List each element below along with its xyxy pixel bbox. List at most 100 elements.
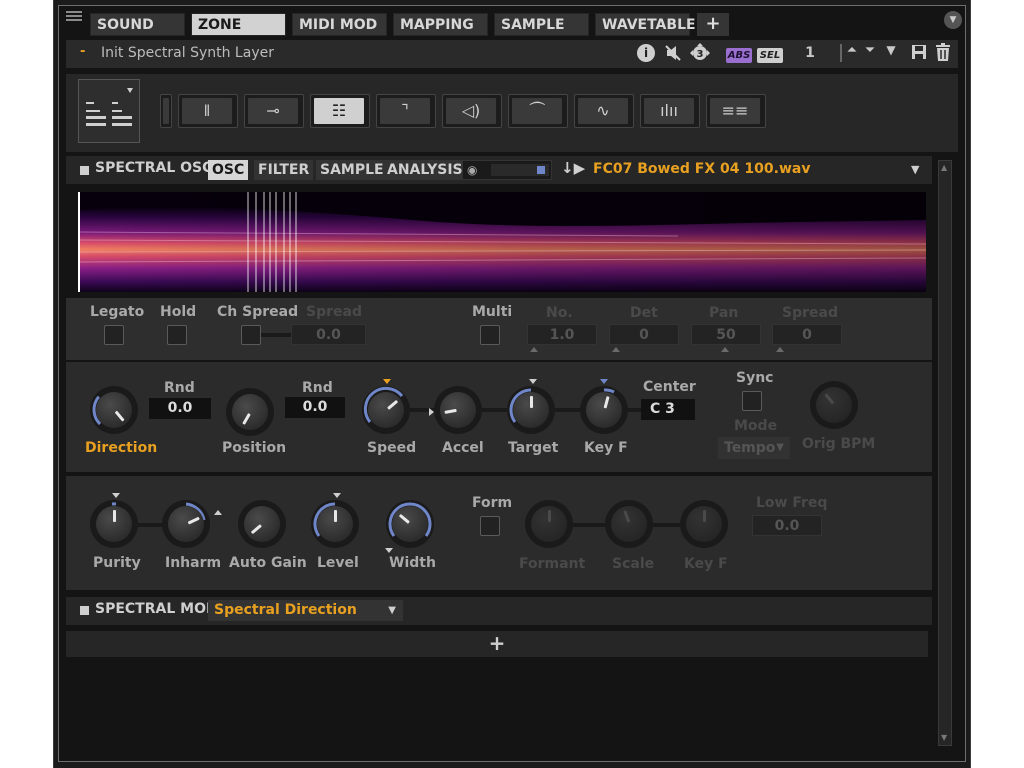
mute-speaker-icon[interactable]	[664, 44, 684, 66]
sel-toggle[interactable]: SEL	[757, 48, 783, 63]
hold-label: Hold	[160, 304, 197, 320]
subtab-analysis[interactable]: ANALYSIS	[383, 160, 467, 180]
ch-spread-checkbox[interactable]	[241, 325, 261, 345]
layer-number: 1	[805, 45, 815, 61]
filter-button[interactable]: ⌝	[376, 94, 436, 128]
import-arrow-icon[interactable]: ↓▶	[561, 159, 585, 177]
multi-checkbox[interactable]	[480, 325, 500, 345]
spectrogram-display[interactable]	[78, 192, 926, 292]
step-mod-button[interactable]: ılıı	[640, 94, 700, 128]
hold-checkbox[interactable]	[167, 325, 187, 345]
layer-name[interactable]: Init Spectral Synth Layer	[101, 45, 274, 61]
sample-filename[interactable]: FC07 Bowed FX 04 100.wav	[593, 161, 810, 177]
tab-zone[interactable]: ZONE	[191, 13, 286, 36]
auto-gain-knob[interactable]	[238, 500, 286, 548]
inharm-label: Inharm	[165, 555, 222, 571]
marker-icon	[776, 347, 784, 352]
quick-control-icon[interactable]: 3	[689, 43, 711, 67]
tab-sample[interactable]: SAMPLE	[494, 13, 589, 36]
chevron-down-icon: ▼	[776, 442, 784, 453]
tab-sound[interactable]: SOUND	[90, 13, 185, 36]
tab-wavetable[interactable]: WAVETABLE	[595, 13, 696, 36]
scroll-up-icon[interactable]: ▲	[941, 163, 949, 173]
arrow-up-icon[interactable]: ⏶	[846, 43, 858, 58]
key-f-knob[interactable]	[580, 386, 628, 434]
pitch-icon: ⊸	[248, 98, 298, 124]
purity-knob[interactable]	[90, 500, 138, 548]
level-knob[interactable]	[311, 500, 359, 548]
trash-icon[interactable]	[935, 43, 951, 65]
speaker-icon: ◁)	[446, 98, 496, 124]
formant-key-f-knob[interactable]	[680, 500, 728, 548]
chevron-down-icon[interactable]: ▼	[944, 11, 962, 29]
key-f-label: Key F	[584, 440, 628, 456]
zone-type-selector[interactable]	[78, 79, 140, 143]
add-module-button[interactable]: +	[66, 631, 928, 657]
target-knob[interactable]	[507, 386, 555, 434]
connector	[555, 408, 581, 412]
pan-field[interactable]: 50	[691, 324, 761, 345]
subtab-osc[interactable]: OSC	[208, 160, 249, 180]
file-menu-chevron-icon[interactable]: ▼	[911, 163, 919, 176]
center-note-field[interactable]: C 3	[641, 399, 695, 420]
sync-checkbox[interactable]	[742, 391, 762, 411]
add-tab-button[interactable]: +	[697, 13, 729, 36]
save-icon[interactable]	[911, 44, 927, 64]
amp-button[interactable]: ◁)	[442, 94, 502, 128]
envelope-button[interactable]: ⏜	[508, 94, 568, 128]
detune-field[interactable]: 0	[609, 324, 679, 345]
spectral-mod-value: Spectral Direction	[214, 602, 357, 618]
accel-knob[interactable]	[434, 386, 482, 434]
menu-grip-icon[interactable]	[66, 11, 82, 25]
pitch-button[interactable]: ⊸	[244, 94, 304, 128]
keyboard-button[interactable]: 𝍪	[178, 94, 238, 128]
connector	[651, 523, 683, 527]
tab-midi-mod[interactable]: MIDI MOD	[292, 13, 387, 36]
spectral-icon: ☷	[314, 98, 364, 124]
inharm-knob[interactable]	[162, 500, 210, 548]
lfo-button[interactable]: ∿	[574, 94, 634, 128]
spectral-mod-dropdown[interactable]: Spectral Direction ▼	[208, 600, 403, 621]
subtab-filter[interactable]: FILTER	[254, 160, 314, 180]
voice-spread-field[interactable]: 0	[772, 324, 842, 345]
collapse-icon[interactable]	[80, 606, 89, 615]
toolbar-scroll-handle[interactable]	[160, 94, 172, 128]
spread-field[interactable]: 0.0	[291, 324, 366, 345]
accel-label: Accel	[442, 440, 484, 456]
formant-knob[interactable]	[525, 500, 573, 548]
collapse-icon[interactable]	[80, 166, 89, 175]
svg-text:3: 3	[697, 49, 704, 60]
low-freq-field[interactable]: 0.0	[752, 515, 822, 536]
rnd-position-field[interactable]: 0.0	[285, 397, 345, 418]
orig-bpm-knob[interactable]	[810, 381, 858, 429]
marker-icon	[112, 493, 120, 498]
arrow-down-icon[interactable]: ⏷	[864, 43, 876, 58]
direction-knob[interactable]	[90, 386, 138, 434]
width-knob[interactable]	[386, 500, 434, 548]
det-label: Det	[630, 305, 658, 321]
subtab-sample[interactable]: SAMPLE	[316, 160, 388, 180]
marker-icon	[530, 347, 538, 352]
info-icon[interactable]: i	[637, 44, 655, 62]
layer-collapse-dash[interactable]: -	[80, 44, 85, 59]
position-knob[interactable]	[226, 388, 274, 436]
view-zoom-slider[interactable]: ◉	[462, 160, 552, 180]
marker-icon	[214, 510, 222, 515]
scroll-down-icon[interactable]: ▼	[941, 733, 949, 743]
preset-menu-icon[interactable]: ▼	[884, 43, 898, 57]
mode-dropdown[interactable]: Tempo ▼	[718, 437, 790, 459]
rnd-direction-field[interactable]: 0.0	[149, 398, 211, 419]
spectral-osc-button[interactable]: ☷	[310, 94, 370, 128]
legato-checkbox[interactable]	[104, 325, 124, 345]
voices-number-field[interactable]: 1.0	[527, 324, 597, 345]
form-label: Form	[472, 495, 513, 511]
multi-label: Multi	[472, 304, 513, 320]
scale-knob[interactable]	[605, 500, 653, 548]
form-checkbox[interactable]	[480, 516, 500, 536]
tab-mapping[interactable]: MAPPING	[393, 13, 488, 36]
scrollbar[interactable]: ▲ ▼	[938, 160, 952, 746]
connector	[261, 333, 291, 337]
modmatrix-button[interactable]: ≡≡	[706, 94, 766, 128]
speed-knob[interactable]	[362, 386, 410, 434]
abs-toggle[interactable]: ABS	[726, 48, 752, 63]
